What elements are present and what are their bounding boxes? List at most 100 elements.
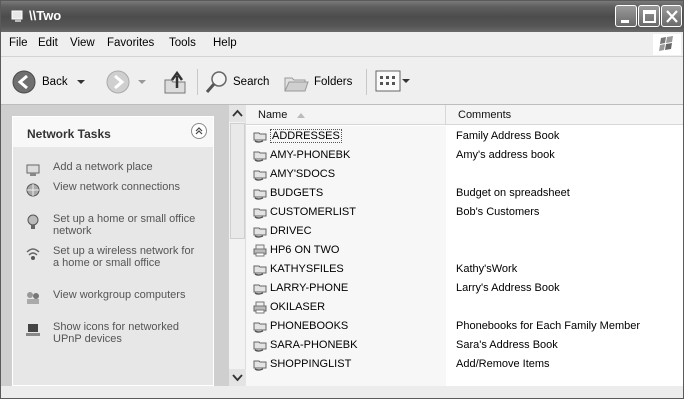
menu-favorites[interactable]: Favorites	[107, 37, 154, 49]
file-name: LARRY-PHONE	[270, 282, 349, 294]
windows-logo	[653, 34, 681, 55]
wireless-network-icon	[26, 248, 40, 260]
search-icon	[205, 71, 227, 93]
window-bottom-edge	[1, 386, 683, 398]
file-name: AMY'SDOCS	[270, 168, 336, 180]
window-title: \\Two	[29, 8, 62, 23]
file-name: ADDRESSES	[270, 129, 342, 143]
file-name: PHONEBOOKS	[270, 320, 349, 332]
minimize-button[interactable]	[615, 5, 637, 27]
search-label: Search	[233, 76, 270, 88]
menu-edit[interactable]: Edit	[38, 37, 58, 49]
forward-button[interactable]	[105, 69, 149, 95]
windows-flag-icon	[659, 36, 673, 51]
file-row[interactable]: KATHYSFILES Kathy'sWork	[246, 260, 683, 278]
file-row[interactable]: AMY-PHONEBK Amy's address book	[246, 146, 683, 164]
task-label: Show icons for networked UPnP devices	[53, 321, 179, 345]
file-row[interactable]: OKILASER	[246, 298, 683, 316]
network-tasks-header[interactable]: Network Tasks	[13, 117, 213, 147]
shared-folder-icon	[253, 189, 267, 200]
file-comment: Budget on spreadsheet	[456, 187, 570, 199]
back-arrow-icon	[12, 70, 36, 94]
maximize-icon	[643, 10, 656, 23]
up-folder-button[interactable]	[161, 68, 189, 96]
maximize-button[interactable]	[638, 5, 660, 27]
file-name: SHOPPINGLIST	[270, 358, 352, 370]
vertical-scrollbar[interactable]	[229, 105, 246, 386]
up-folder-icon	[164, 70, 186, 94]
scroll-down-button[interactable]	[229, 369, 246, 386]
chevron-up-icon	[195, 127, 203, 135]
file-name: CUSTOMERLIST	[270, 206, 356, 218]
shared-folder-icon	[253, 132, 267, 143]
back-button[interactable]: Back	[11, 69, 88, 95]
network-tasks-panel: Network Tasks Add a network place View n…	[12, 116, 214, 386]
close-button[interactable]	[661, 5, 682, 27]
column-header: Name Comments	[246, 105, 683, 125]
network-connections-icon	[26, 183, 40, 197]
task-pane: Network Tasks Add a network place View n…	[1, 105, 229, 386]
file-row[interactable]: PHONEBOOKS Phonebooks for Each Family Mem…	[246, 317, 683, 335]
file-row[interactable]: CUSTOMERLIST Bob's Customers	[246, 203, 683, 221]
sort-ascending-icon	[297, 113, 305, 118]
views-icon	[375, 70, 401, 92]
shared-folder-icon	[253, 265, 267, 276]
column-name-label: Name	[258, 109, 288, 121]
column-header-comments[interactable]: Comments	[446, 105, 683, 125]
file-comment: Kathy'sWork	[456, 263, 518, 275]
file-row[interactable]: ADDRESSES Family Address Book	[246, 127, 683, 145]
folders-button[interactable]: Folders	[283, 69, 352, 95]
collapse-button[interactable]	[191, 123, 207, 139]
menu-view[interactable]: View	[70, 37, 95, 49]
shared-folder-icon	[253, 284, 267, 295]
toolbar-separator	[197, 69, 198, 95]
shared-folder-icon	[253, 151, 267, 162]
file-name: KATHYSFILES	[270, 263, 344, 275]
title-bar[interactable]: \\Two	[1, 1, 683, 32]
file-row[interactable]: SHOPPINGLIST Add/Remove Items	[246, 355, 683, 373]
file-row[interactable]: AMY'SDOCS	[246, 165, 683, 183]
task-label: View network connections	[53, 181, 180, 193]
shared-folder-icon	[253, 360, 267, 371]
column-header-name[interactable]: Name	[246, 105, 446, 125]
file-comment: Bob's Customers	[456, 206, 540, 218]
scroll-up-button[interactable]	[229, 105, 246, 122]
file-name: AMY-PHONEBK	[270, 149, 351, 161]
upnp-icon	[26, 324, 40, 336]
forward-arrow-icon	[106, 70, 130, 94]
file-name: DRIVEC	[270, 225, 312, 237]
task-label: Add a network place	[53, 161, 153, 173]
toolbar-separator	[366, 69, 367, 95]
menu-tools[interactable]: Tools	[169, 37, 196, 49]
shared-folder-icon	[253, 170, 267, 181]
network-place-icon	[26, 164, 40, 176]
network-printer-icon	[253, 244, 267, 257]
back-dropdown-icon[interactable]	[74, 77, 88, 87]
task-label: View workgroup computers	[53, 289, 186, 301]
file-name: SARA-PHONEBK	[270, 339, 358, 351]
file-name: HP6 ON TWO	[270, 244, 340, 256]
forward-dropdown-icon[interactable]	[135, 77, 149, 87]
folders-label: Folders	[314, 76, 353, 88]
shared-folder-icon	[253, 322, 267, 333]
explorer-window: \\Two File Edit View Favorites Tools Hel…	[0, 0, 684, 399]
file-row[interactable]: LARRY-PHONE Larry's Address Book	[246, 279, 683, 297]
file-row[interactable]: DRIVEC	[246, 222, 683, 240]
menu-file[interactable]: File	[9, 37, 28, 49]
file-row[interactable]: SARA-PHONEBK Sara's Address Book	[246, 336, 683, 354]
home-network-icon	[27, 214, 39, 229]
scroll-thumb[interactable]	[230, 123, 245, 239]
chevron-down-icon	[232, 374, 243, 382]
task-label: Set up a wireless network for a home or …	[53, 245, 195, 269]
views-button[interactable]	[375, 70, 411, 92]
network-folder-icon	[11, 10, 23, 22]
file-row[interactable]: BUDGETS Budget on spreadsheet	[246, 184, 683, 202]
file-comment: Amy's address book	[456, 149, 555, 161]
task-label: Set up a home or small office network	[53, 213, 196, 237]
menu-help[interactable]: Help	[213, 37, 237, 49]
views-dropdown-icon[interactable]	[401, 76, 411, 86]
file-comment: Family Address Book	[456, 130, 560, 142]
search-button[interactable]: Search	[204, 69, 269, 95]
file-row[interactable]: HP6 ON TWO	[246, 241, 683, 259]
file-name: OKILASER	[270, 301, 326, 313]
